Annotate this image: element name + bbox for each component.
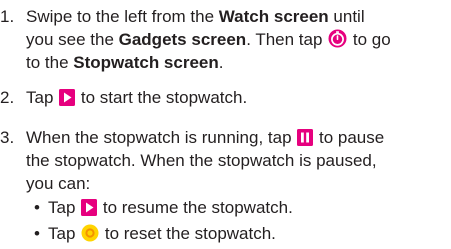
term-gadgets-screen: Gadgets screen [118, 30, 247, 49]
step-line: Tap to start the stopwatch. [26, 86, 446, 109]
term-watch-screen: Watch screen [218, 7, 329, 26]
step-text: Tap to start the stopwatch. [26, 86, 446, 109]
step-line: the stopwatch. When the stopwatch is pau… [26, 151, 377, 170]
step-number: 2. [0, 88, 15, 107]
step-line: you see the Gadgets screen. Then tap to … [26, 28, 446, 51]
play-icon [81, 199, 98, 222]
step-line: you can: [26, 174, 91, 193]
step-line: When the stopwatch is running, tap to pa… [26, 126, 446, 149]
play-icon [59, 89, 76, 112]
bullet-dot: • [34, 224, 40, 243]
step-text: Swipe to the left from the Watch screen … [26, 5, 446, 74]
stopwatch-icon [328, 29, 347, 54]
reset-icon [81, 224, 99, 248]
bullet-text: Tap to reset the stopwatch. [48, 222, 276, 248]
bullet-dot: • [34, 198, 40, 217]
step-number: 1. [0, 7, 15, 26]
bullet-text: Tap to resume the stopwatch. [48, 196, 293, 222]
step-text: When the stopwatch is running, tap to pa… [26, 126, 446, 195]
instruction-list: 1. Swipe to the left from the Watch scre… [0, 0, 451, 249]
step-line: Swipe to the left from the Watch screen … [26, 7, 365, 26]
term-stopwatch-screen: Stopwatch screen [73, 53, 219, 72]
step-number: 3. [0, 128, 15, 147]
step-line: to the Stopwatch screen. [26, 53, 224, 72]
